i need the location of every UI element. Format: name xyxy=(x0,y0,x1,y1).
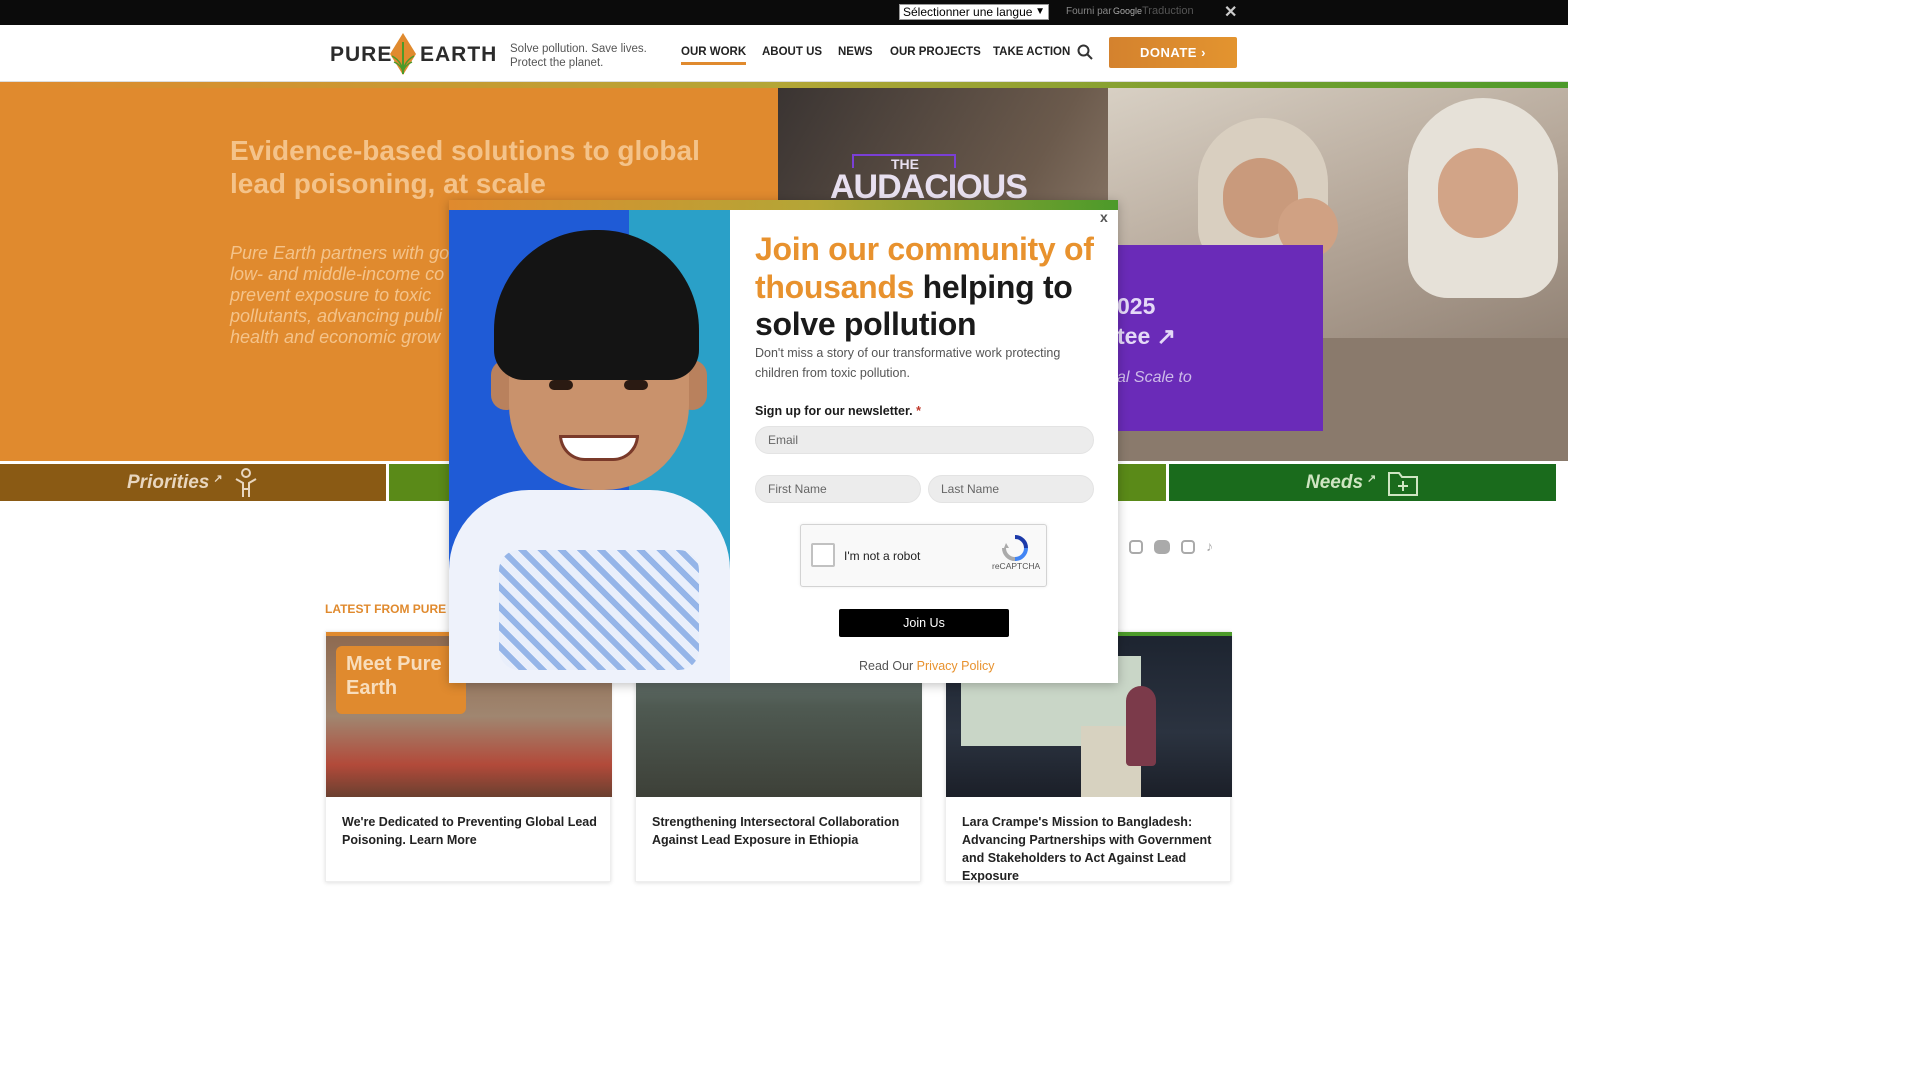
join-us-button[interactable]: Join Us xyxy=(839,609,1009,637)
first-name-field[interactable] xyxy=(755,475,921,503)
modal-gradient-strip xyxy=(449,200,1118,210)
recaptcha-label: I'm not a robot xyxy=(844,549,921,563)
modal-heading: Join our community of thousands helping … xyxy=(755,231,1105,344)
last-name-field[interactable] xyxy=(928,475,1094,503)
newsletter-label-text: Sign up for our newsletter. xyxy=(755,404,913,418)
recaptcha-checkbox[interactable] xyxy=(811,543,835,567)
modal-subtext: Don't miss a story of our transformative… xyxy=(755,346,1061,380)
recaptcha-icon xyxy=(1002,535,1028,561)
required-mark: * xyxy=(916,404,922,418)
modal-close-button[interactable]: x xyxy=(1100,209,1108,225)
newsletter-label: Sign up for our newsletter. * xyxy=(755,404,921,418)
email-field[interactable] xyxy=(755,426,1094,454)
recaptcha-brand: reCAPTCHA xyxy=(992,561,1041,571)
child-photo xyxy=(449,210,730,683)
privacy-policy-link[interactable]: Privacy Policy xyxy=(917,659,995,673)
newsletter-modal: x Join our community of thousands helpin… xyxy=(449,200,1118,683)
privacy-text: Read Our Privacy Policy xyxy=(859,659,994,673)
recaptcha-widget: I'm not a robot reCAPTCHA xyxy=(800,524,1047,587)
privacy-prefix: Read Our xyxy=(859,659,917,673)
